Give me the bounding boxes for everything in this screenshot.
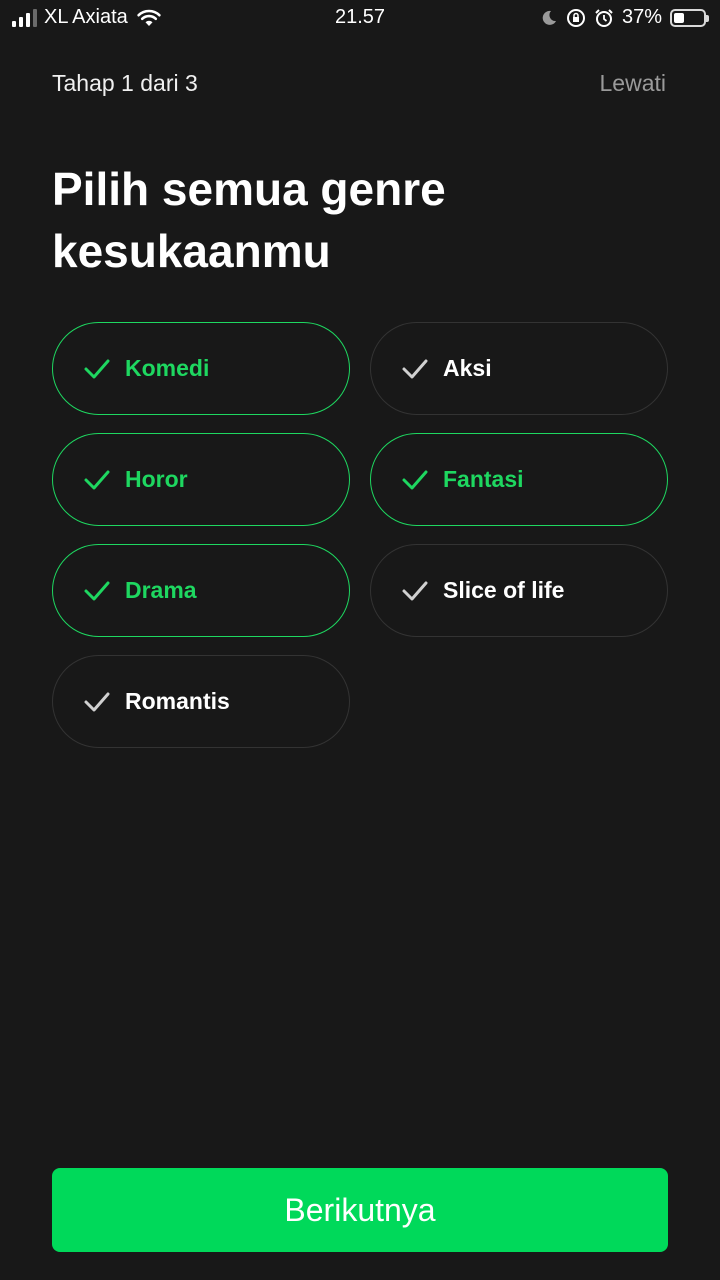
status-right: 37%	[540, 6, 709, 29]
page-title: Pilih semua genre kesukaanmu	[52, 163, 446, 277]
step-indicator: Tahap 1 dari 3	[52, 70, 198, 96]
genre-list: Komedi Aksi Horor Fantasi Drama Slice of life…	[52, 322, 668, 748]
genre-chip-slice-of-life[interactable]: Slice of life	[370, 544, 668, 637]
rotation-lock-icon	[566, 8, 585, 27]
check-icon	[402, 359, 428, 378]
check-icon	[84, 470, 110, 489]
genre-label: Horor	[125, 466, 188, 492]
check-icon	[402, 470, 428, 489]
moon-icon	[542, 10, 556, 25]
genre-chip-drama[interactable]: Drama	[52, 544, 350, 637]
genre-label: Fantasi	[443, 466, 524, 492]
battery-icon	[670, 8, 709, 27]
genre-chip-romantis[interactable]: Romantis	[52, 655, 350, 748]
genre-chip-fantasi[interactable]: Fantasi	[370, 433, 668, 526]
status-bar: XL Axiata 21.57 37%	[0, 0, 720, 36]
genre-label: Drama	[125, 577, 197, 603]
genre-label: Komedi	[125, 355, 210, 381]
genre-chip-aksi[interactable]: Aksi	[370, 322, 668, 415]
genre-chip-horor[interactable]: Horor	[52, 433, 350, 526]
genre-label: Romantis	[125, 688, 230, 714]
battery-percent: 37%	[621, 6, 662, 28]
alarm-icon	[595, 8, 613, 27]
check-icon	[84, 581, 110, 600]
battery-level	[674, 12, 684, 23]
check-icon	[84, 692, 110, 711]
next-button[interactable]: Berikutnya	[52, 1168, 668, 1252]
genre-chip-komedi[interactable]: Komedi	[52, 322, 350, 415]
genre-label: Aksi	[443, 355, 492, 381]
check-icon	[84, 359, 110, 378]
check-icon	[402, 581, 428, 600]
genre-label: Slice of life	[443, 577, 565, 603]
skip-button[interactable]: Lewati	[600, 70, 666, 97]
